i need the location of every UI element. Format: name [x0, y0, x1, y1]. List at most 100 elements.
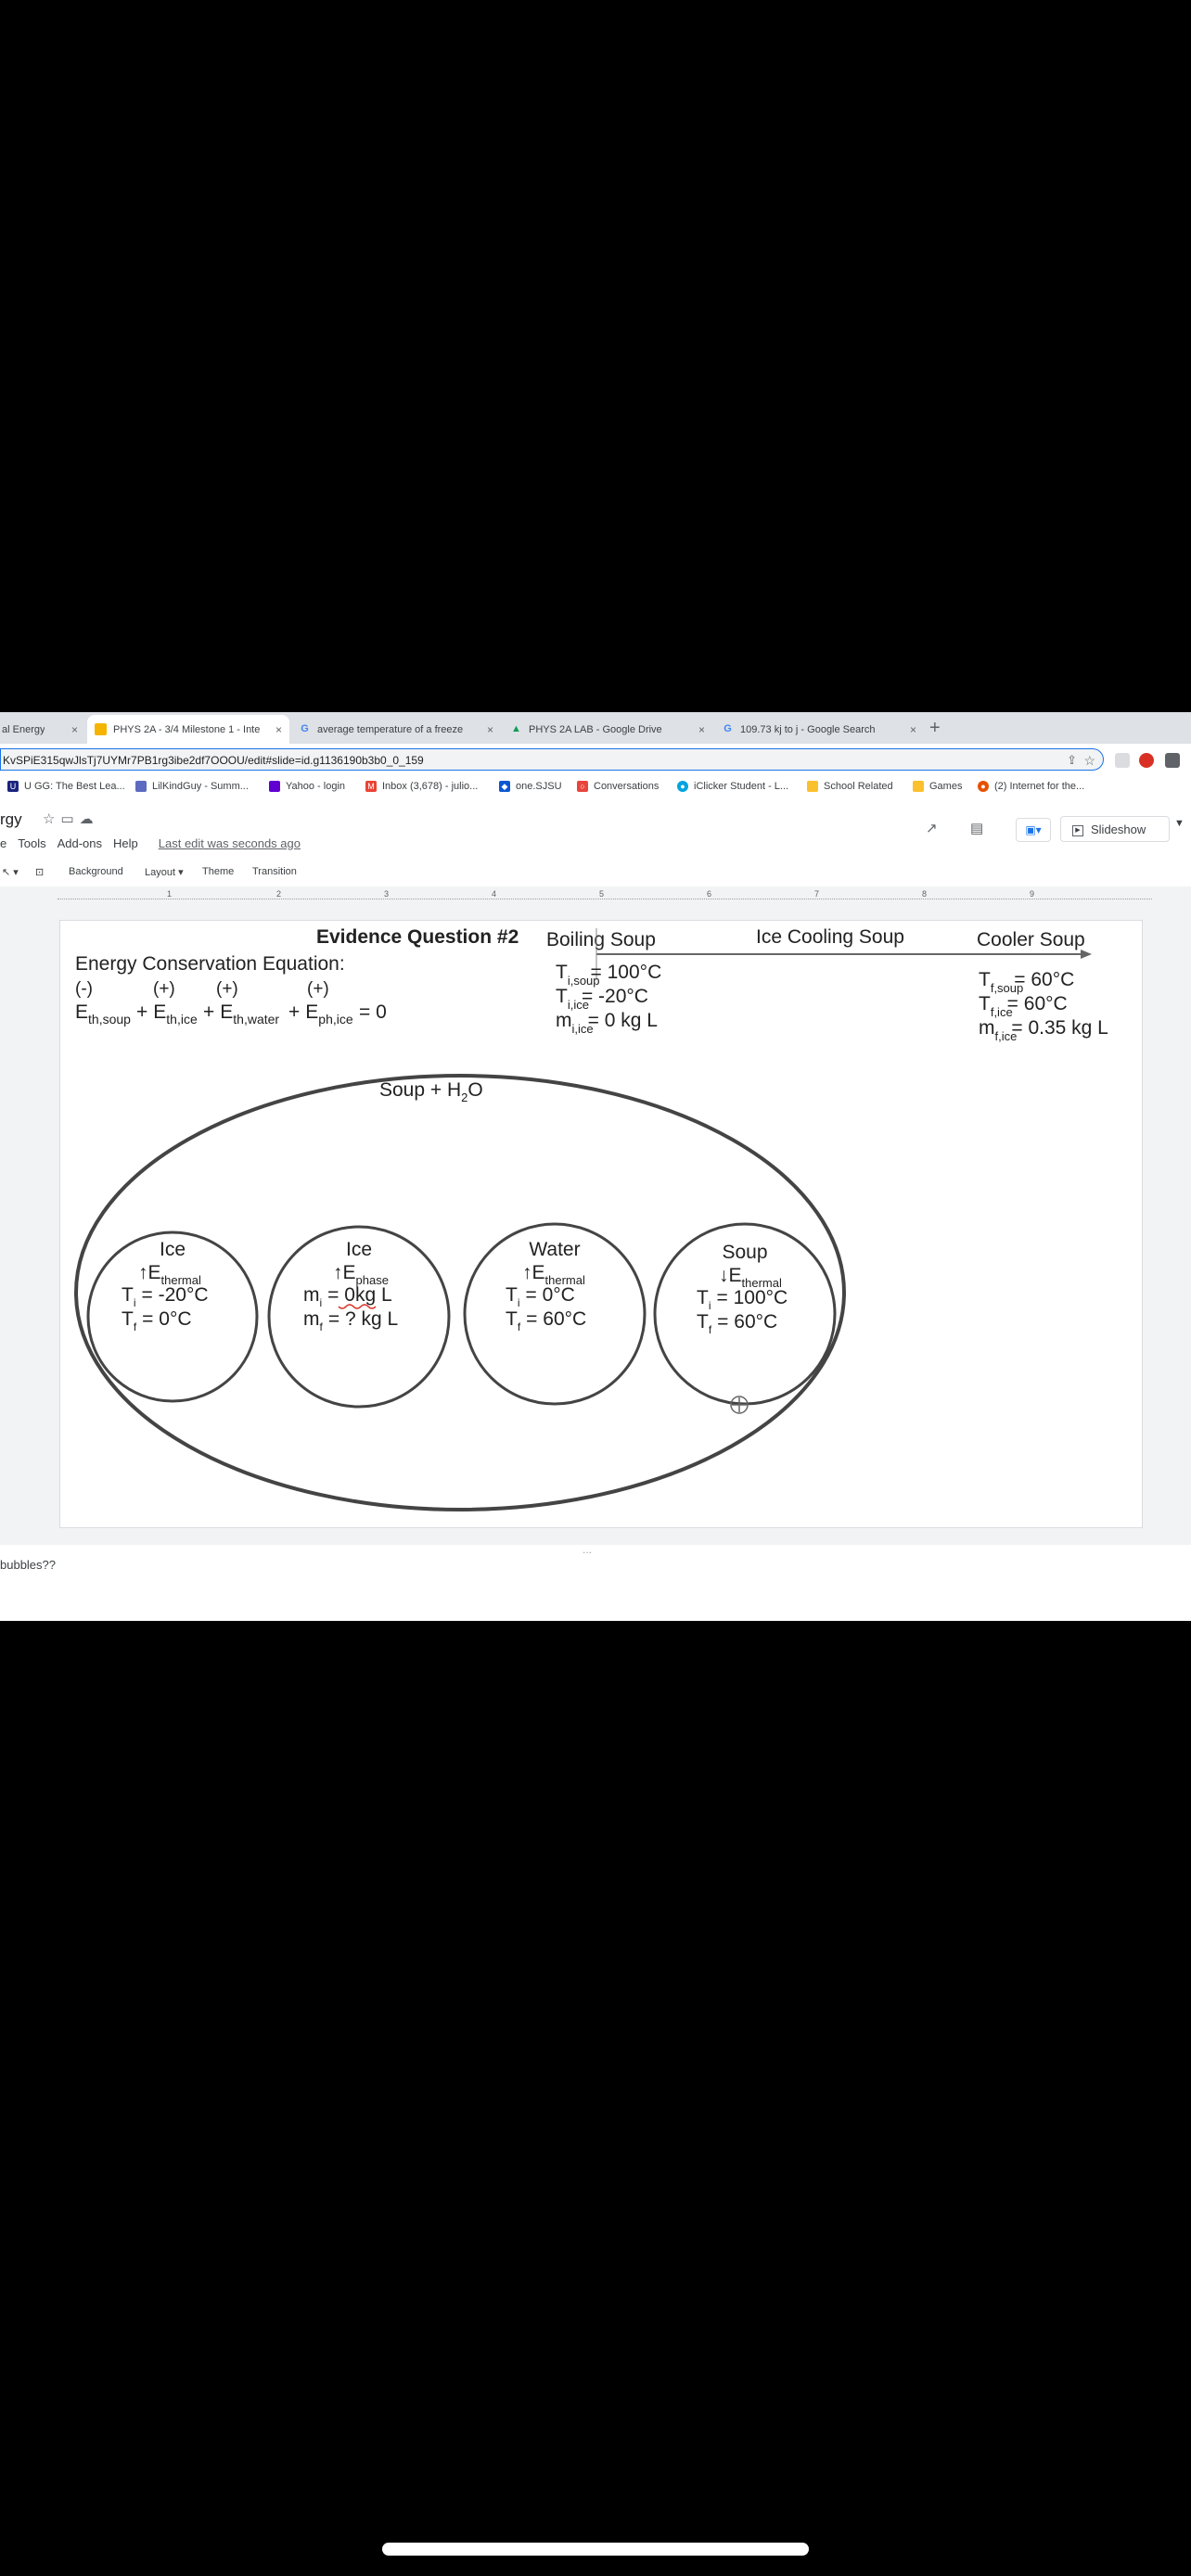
close-icon[interactable]: × [71, 723, 78, 736]
document-title[interactable]: rgy [0, 810, 22, 829]
bookmark-item[interactable]: Yahoo - login [269, 781, 345, 792]
extension-icon[interactable] [1139, 753, 1154, 768]
ruler-mark: 1 [167, 889, 173, 899]
bookmark-item[interactable]: M Inbox (3,678) - julio... [365, 781, 478, 792]
last-edit-link[interactable]: Last edit was seconds ago [159, 836, 301, 850]
bookmark-item[interactable]: ○ Conversations [577, 781, 659, 792]
menu-item[interactable]: e [0, 836, 6, 850]
energy-label: ↑Ethermal [522, 1262, 585, 1287]
bookmark-icon [269, 781, 280, 792]
bookmark-item[interactable]: LilKindGuy - Summ... [135, 781, 249, 792]
slideshow-button[interactable]: ▶ Slideshow [1060, 816, 1170, 842]
cooler-soup-label[interactable]: Cooler Soup [977, 929, 1085, 950]
star-icon[interactable]: ☆ [43, 811, 60, 827]
slide-title[interactable]: Evidence Question #2 [316, 926, 519, 948]
object-name: Water [529, 1239, 580, 1260]
layout-button[interactable]: Layout ▾ [145, 866, 184, 878]
ruler-mark: 9 [1030, 889, 1035, 899]
boiling-soup-label[interactable]: Boiling Soup [546, 929, 656, 950]
close-icon[interactable]: × [698, 723, 705, 736]
energy-label: ↑Ephase [333, 1262, 389, 1287]
star-icon[interactable]: ☆ [1083, 749, 1095, 772]
tab-google-search[interactable]: G 109.73 kj to j - Google Search × [714, 715, 924, 744]
new-tab-button[interactable]: + [929, 718, 941, 739]
equation-term: + Eth,ice [136, 1001, 198, 1027]
initial-ice-temp[interactable]: Ti,ice= -20°C [556, 986, 648, 1012]
bookmark-icon: ○ [577, 781, 588, 792]
slide-drawing: Evidence Question #2 Energy Conservation… [74, 926, 1108, 1511]
bookmark-label: U GG: The Best Lea... [24, 781, 125, 792]
energy-label: ↓Ethermal [719, 1265, 782, 1290]
condition-line: mf = ? kg L [303, 1308, 398, 1333]
initial-ice-mass[interactable]: mi,ice= 0 kg L [556, 1010, 658, 1036]
menu-bar: e Tools Add-ons Help Last edit was secon… [0, 836, 312, 850]
system-label[interactable]: Soup + H2O [379, 1079, 483, 1104]
close-icon[interactable]: × [275, 723, 282, 736]
equation-equals: = 0 [359, 1001, 387, 1023]
ruler-mark: 5 [599, 889, 605, 899]
tab-energy[interactable]: al Energy × [0, 715, 85, 744]
final-ice-temp[interactable]: Tf,ice= 60°C [979, 993, 1068, 1019]
chevron-down-icon[interactable]: ▼ [1174, 818, 1185, 829]
final-ice-mass[interactable]: mf,ice= 0.35 kg L [979, 1017, 1108, 1043]
condition-line: Ti = 0°C [506, 1284, 575, 1309]
close-icon[interactable]: × [910, 723, 916, 736]
folder-icon[interactable]: ▭ [60, 811, 79, 827]
url-text: KvSPiE315qwJlsTj7UYMr7PB1rg3ibe2df7OOOU/… [3, 754, 424, 767]
url-input[interactable]: KvSPiE315qwJlsTj7UYMr7PB1rg3ibe2df7OOOU/… [0, 748, 1104, 771]
bookmark-icon: M [365, 781, 377, 792]
condition-line: Tf = 60°C [506, 1308, 586, 1333]
close-icon[interactable]: × [487, 723, 493, 736]
comment-add-icon[interactable]: ⊡ [35, 866, 44, 878]
object-name: Soup [722, 1242, 767, 1263]
equation-term: + Eph,ice [288, 1001, 353, 1027]
tab-label: average temperature of a freeze [317, 723, 464, 735]
tab-average-temperature[interactable]: G average temperature of a freeze × [291, 715, 501, 744]
google-icon: G [724, 723, 732, 734]
browser-window: al Energy × PHYS 2A - 3/4 Milestone 1 - … [0, 712, 1191, 1621]
theme-button[interactable]: Theme [202, 866, 234, 877]
slides-header: rgy ☆▭☁ e Tools Add-ons Help Last edit w… [0, 801, 1191, 859]
tab-phys-milestone[interactable]: PHYS 2A - 3/4 Milestone 1 - Inte × [87, 715, 289, 744]
folder-icon [913, 781, 924, 792]
sign-label: (+) [307, 979, 329, 999]
bookmark-item[interactable]: ◆ one.SJSU [499, 781, 562, 792]
condition-line: Ti = 100°C [697, 1287, 788, 1312]
bookmark-item[interactable]: ● iClicker Student - L... [677, 781, 788, 792]
bookmark-folder[interactable]: Games [913, 781, 962, 792]
equation-term: + Eth,water [203, 1001, 279, 1027]
present-options-button[interactable]: ▣▾ [1016, 818, 1051, 842]
equation-heading[interactable]: Energy Conservation Equation: [75, 953, 345, 975]
avatar[interactable] [1165, 753, 1180, 768]
sign-label: (+) [216, 979, 238, 999]
extension-icon[interactable] [1115, 753, 1130, 768]
bookmark-item[interactable]: U U GG: The Best Lea... [7, 781, 125, 792]
bookmark-label: (2) Internet for the... [994, 781, 1085, 792]
final-soup-temp[interactable]: Tf,soup= 60°C [979, 969, 1074, 995]
bookmark-folder[interactable]: School Related [807, 781, 893, 792]
bookmark-item[interactable]: ● (2) Internet for the... [978, 781, 1084, 792]
condition-line: Tf = 0°C [122, 1308, 192, 1333]
menu-item-tools[interactable]: Tools [18, 836, 45, 850]
equation-term: Eth,soup [75, 1001, 131, 1027]
ruler-mark: 6 [707, 889, 712, 899]
home-indicator[interactable] [382, 2543, 809, 2556]
transition-button[interactable]: Transition [252, 866, 297, 877]
background-button[interactable]: Background [69, 866, 123, 877]
ice-cooling-soup-label[interactable]: Ice Cooling Soup [756, 926, 904, 948]
comments-icon[interactable]: ▤ [970, 820, 983, 836]
bookmark-label: one.SJSU [516, 781, 562, 792]
sign-label: (-) [75, 979, 93, 999]
menu-item-help[interactable]: Help [113, 836, 138, 850]
activity-icon[interactable]: ↗ [926, 820, 938, 836]
notes-text[interactable]: bubbles?? [0, 1558, 56, 1572]
slide[interactable]: Evidence Question #2 Energy Conservation… [59, 920, 1143, 1528]
menu-item-addons[interactable]: Add-ons [58, 836, 102, 850]
bookmark-icon: ◆ [499, 781, 510, 792]
resize-handle[interactable]: ... [583, 1543, 592, 1556]
initial-soup-temp[interactable]: Ti,soup= 100°C [556, 962, 661, 988]
object-name: Ice [160, 1239, 186, 1260]
tab-google-drive[interactable]: ▲ PHYS 2A LAB - Google Drive × [503, 715, 712, 744]
share-icon[interactable]: ⇪ [1067, 749, 1077, 772]
select-arrow-icon[interactable]: ↖ ▾ [2, 866, 19, 878]
